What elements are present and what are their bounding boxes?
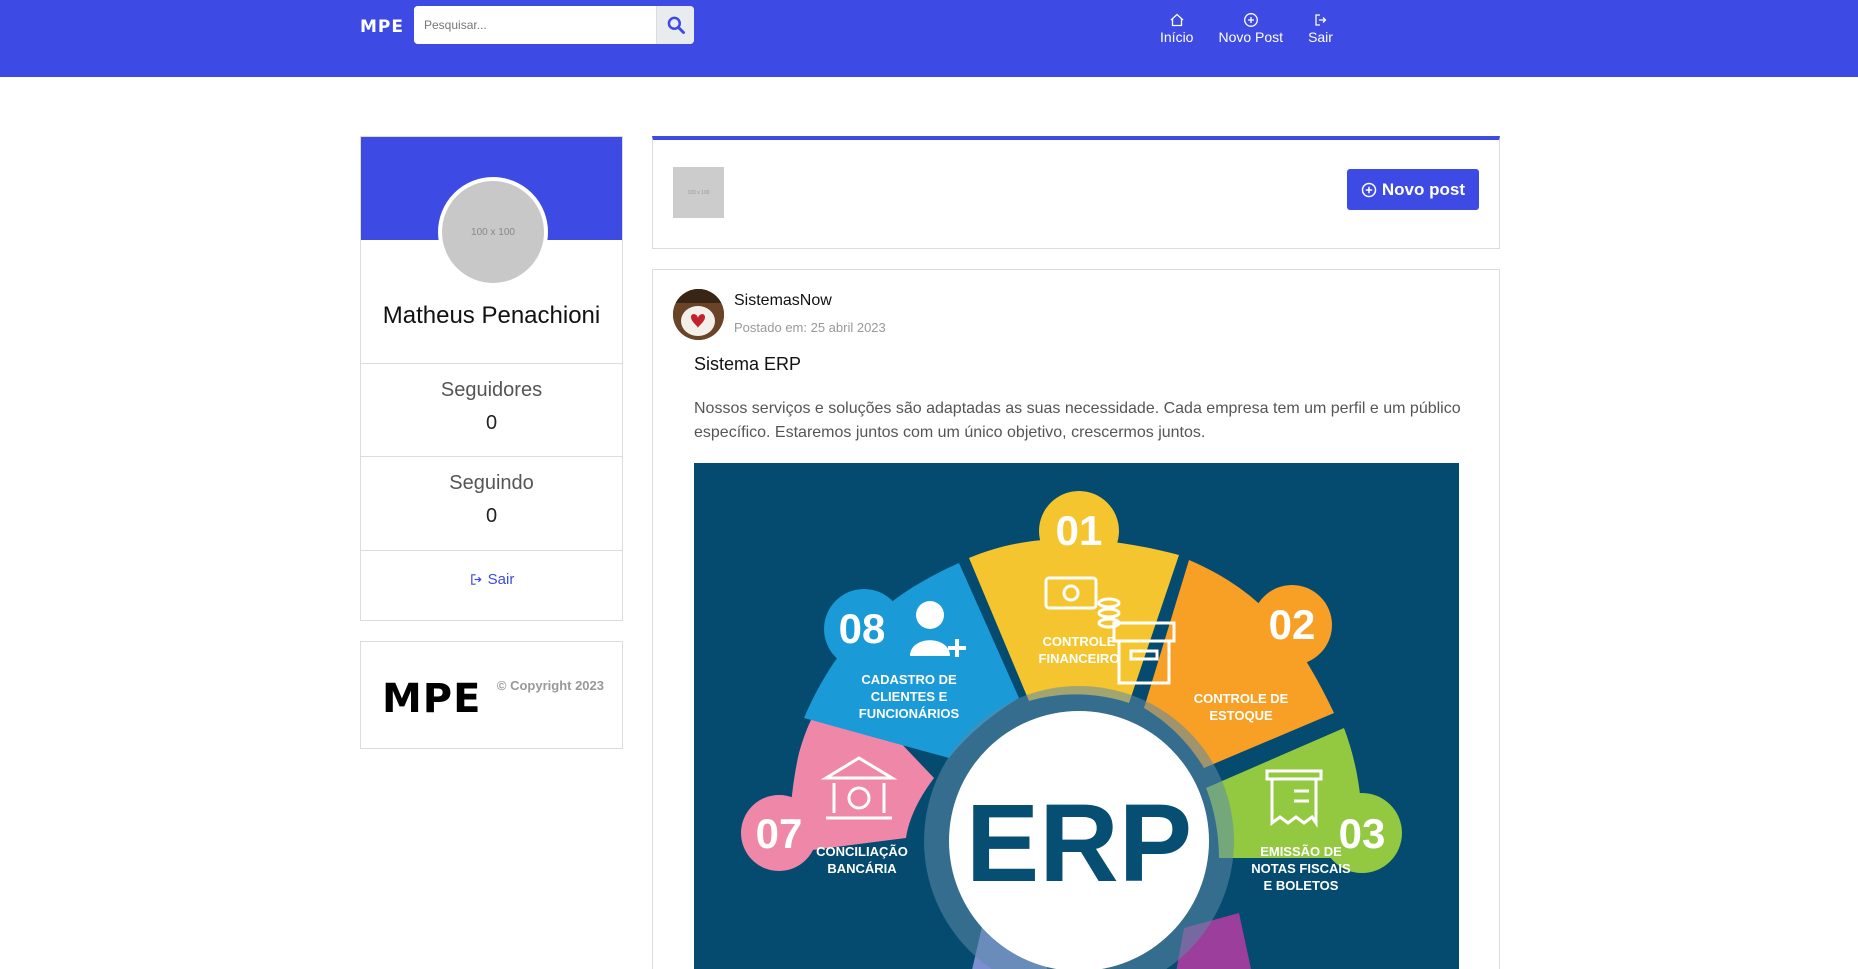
nav-menu: Início Novo Post Sair [1160,12,1358,45]
segment-label-07-line2: BANCÁRIA [827,861,897,876]
following-label: Seguindo [449,472,534,494]
top-navbar: MPE Início Novo Post Sair [0,0,1858,77]
copyright-text: © Copyright 2023 [496,678,604,693]
followers-count: 0 [485,412,498,434]
segment-number-07: 07 [756,810,803,857]
search-icon [667,16,685,34]
logout-icon [470,574,482,585]
new-post-button-label: Novo post [1381,179,1465,199]
segment-label-01-line1: CONTROLE [1043,634,1116,649]
erp-infographic: 01 02 03 07 08 CONTROLE FINANCEIRO CONTR… [694,463,1459,969]
segment-label-02-line1: CONTROLE DE [1194,691,1289,706]
author-avatar-image [673,289,724,340]
post-author-name[interactable]: SistemasNow [734,292,832,310]
search-input[interactable] [414,6,656,44]
following-count: 0 [485,505,498,527]
profile-name: Matheus Penachioni [382,302,601,329]
segment-label-01-line2: FINANCEIRO [1039,651,1120,666]
post-body-text: Nossos serviços e soluções são adaptadas… [694,400,1461,441]
logout-icon [1314,14,1326,26]
segment-label-08-line2: CLIENTES E [871,689,948,704]
nav-item-novo-post[interactable]: Novo Post [1218,12,1283,45]
segment-label-02-line2: ESTOQUE [1209,708,1273,723]
search-button[interactable] [656,6,694,44]
segment-label-07-line1: CONCILIAÇÃO [816,844,908,859]
segment-number-01: 01 [1056,507,1103,554]
erp-center-label: ERP [966,782,1192,905]
logout-link[interactable]: Sair [360,550,623,620]
nav-item-inicio[interactable]: Início [1160,12,1193,45]
search-bar [414,6,694,44]
post-title: Sistema ERP [694,354,802,374]
nav-item-label: Novo Post [1218,29,1284,45]
segment-number-03: 03 [1339,810,1386,857]
followers-label: Seguidores [440,379,543,401]
nav-item-sair[interactable]: Sair [1308,12,1333,45]
post-image: 01 02 03 07 08 CONTROLE FINANCEIRO CONTR… [694,463,1459,969]
logout-label: Sair [487,571,515,588]
post-date: Postado em: 25 abril 2023 [734,320,886,335]
footer-logo: MPE [382,676,482,722]
user-thumbnail: 100 x 100 [673,167,724,218]
segment-label-08-line1: CADASTRO DE [861,672,957,687]
post-card: SistemasNow Postado em: 25 abril 2023 Si… [652,269,1500,969]
segment-number-08: 08 [839,605,886,652]
nav-item-label: Sair [1308,29,1333,45]
segment-label-08-line3: FUNCIONÁRIOS [859,706,960,721]
segment-number-02: 02 [1269,601,1316,648]
footer-card: MPE © Copyright 2023 [360,641,623,749]
post-author-avatar[interactable] [673,289,724,340]
new-post-button[interactable]: Novo post [1346,169,1479,210]
home-icon [1170,13,1184,27]
segment-label-03-line1: EMISSÃO DE [1260,844,1342,859]
plus-circle-icon [1243,13,1258,27]
avatar-placeholder-text: 100 x 100 [471,226,515,238]
new-post-card: 100 x 100 Novo post [652,136,1500,249]
avatar: 100 x 100 [438,177,548,287]
plus-circle-icon [1361,182,1377,197]
nav-item-label: Início [1160,29,1194,45]
followers-stat[interactable]: Seguidores 0 [360,363,623,457]
segment-label-03-line3: E BOLETOS [1264,878,1339,893]
brand-logo[interactable]: MPE [360,17,404,37]
following-stat[interactable]: Seguindo 0 [360,456,623,550]
segment-label-03-line2: NOTAS FISCAIS [1251,861,1351,876]
thumbnail-placeholder-text: 100 x 100 [687,189,710,196]
